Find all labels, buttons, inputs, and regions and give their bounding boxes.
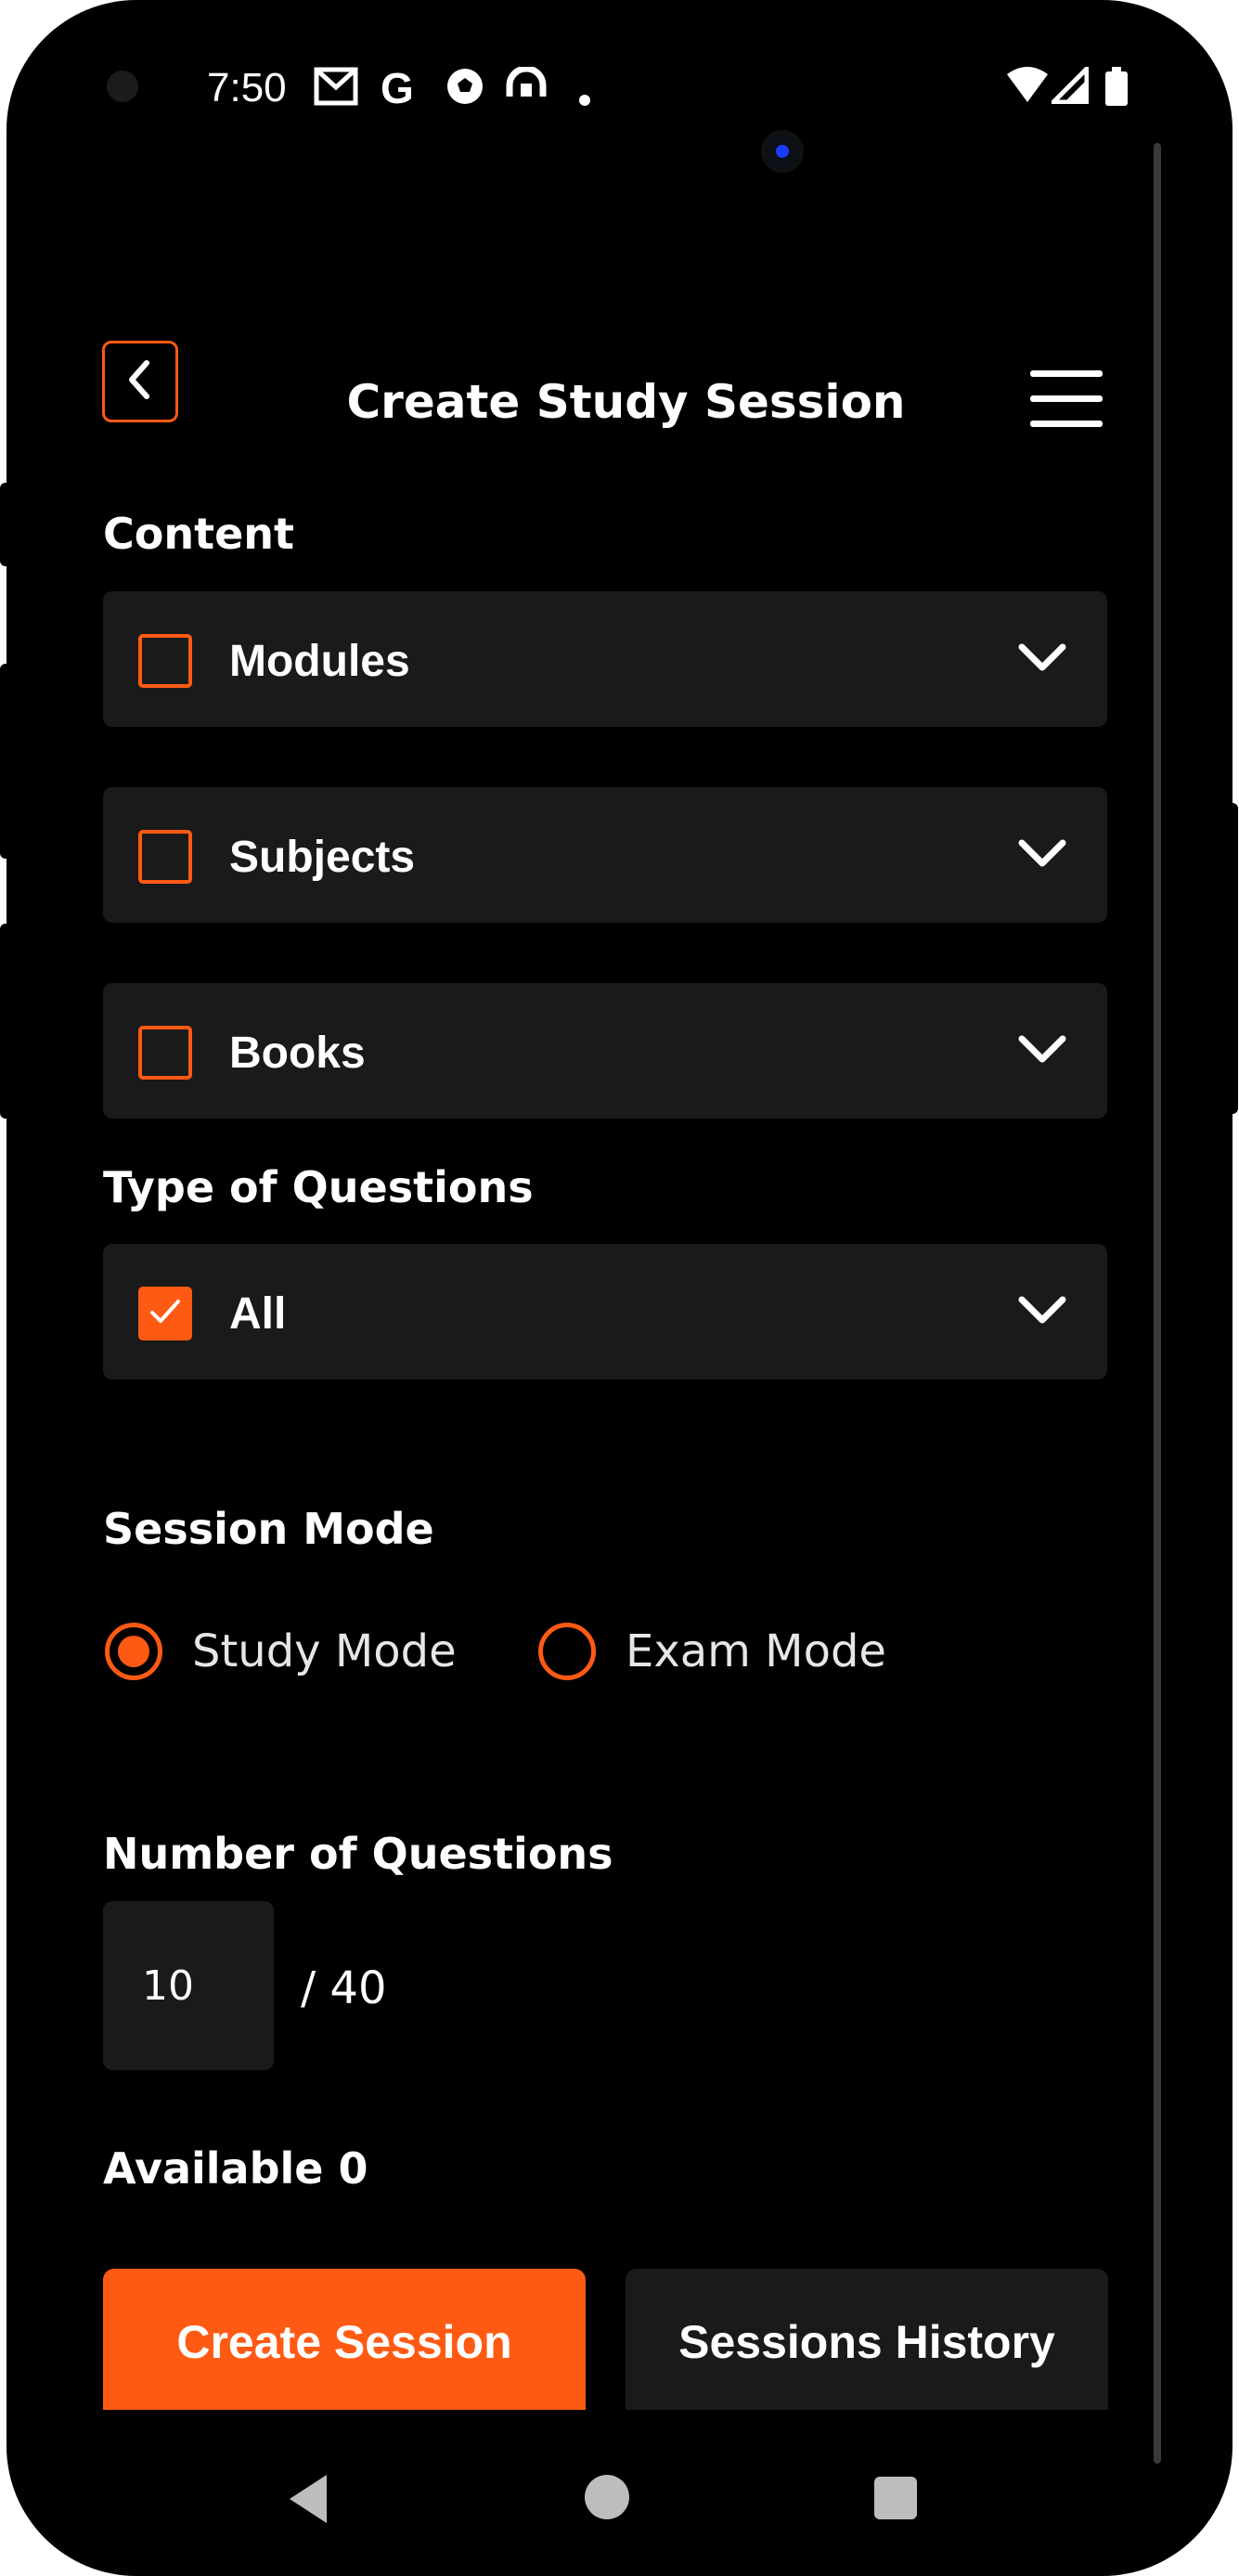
headset-icon (506, 65, 547, 108)
battery-icon (1104, 67, 1129, 108)
radio-label: Study Mode (192, 1625, 457, 1677)
volume-button (0, 924, 13, 1119)
status-time: 7:50 (207, 65, 287, 110)
radio-study-mode[interactable]: Study Mode (105, 1621, 457, 1682)
dropdown-books[interactable]: Books (103, 983, 1107, 1119)
chevron-down-icon (1016, 640, 1068, 677)
sessions-history-button[interactable]: Sessions History (626, 2269, 1108, 2427)
content-label: Content (103, 509, 295, 559)
dropdown-question-type[interactable]: All (103, 1244, 1107, 1379)
power-button (1225, 803, 1238, 1114)
num-questions-input[interactable]: 10 (103, 1901, 274, 2070)
soccer-ball-icon (445, 67, 484, 108)
front-camera (761, 130, 804, 173)
session-mode-label: Session Mode (103, 1504, 434, 1554)
phone-frame: 7:50 G Create Study Session Content Modu… (0, 0, 1238, 2576)
dropdown-label: Books (229, 1029, 366, 1078)
status-bar: 7:50 G (46, 56, 1206, 121)
dropdown-label: All (229, 1289, 287, 1339)
nav-recents-icon[interactable] (874, 2477, 917, 2519)
gmail-icon (314, 67, 358, 108)
num-questions-label: Number of Questions (103, 1829, 613, 1879)
chevron-down-icon (1016, 1292, 1068, 1329)
radio-button[interactable] (105, 1623, 162, 1680)
available-count: Available 0 (103, 2143, 368, 2194)
google-icon: G (381, 64, 414, 112)
chevron-down-icon (1016, 835, 1068, 873)
checkbox-books[interactable] (138, 1026, 192, 1080)
screen-edge (1154, 143, 1161, 2464)
radio-label: Exam Mode (626, 1625, 886, 1677)
signal-icon (1047, 62, 1090, 108)
volume-button (0, 483, 13, 566)
radio-button[interactable] (538, 1623, 596, 1680)
nav-back-icon[interactable] (290, 2475, 327, 2523)
dropdown-label: Modules (229, 637, 410, 686)
checkbox-subjects[interactable] (138, 830, 192, 884)
create-session-button[interactable]: Create Session (103, 2269, 586, 2427)
screen: 7:50 G Create Study Session Content Modu… (46, 22, 1206, 2529)
hamburger-menu-icon[interactable] (1030, 370, 1104, 428)
dropdown-label: Subjects (229, 833, 416, 882)
dropdown-modules[interactable]: Modules (103, 591, 1107, 727)
question-type-label: Type of Questions (103, 1162, 534, 1212)
checkbox-all[interactable] (138, 1287, 192, 1340)
checkbox-modules[interactable] (138, 634, 192, 688)
chevron-down-icon (1016, 1031, 1068, 1068)
dropdown-subjects[interactable]: Subjects (103, 787, 1107, 923)
checkmark-icon (147, 1296, 184, 1332)
volume-button (0, 664, 13, 859)
nav-home-icon[interactable] (585, 2475, 629, 2519)
wifi-icon (1007, 67, 1048, 108)
radio-exam-mode[interactable]: Exam Mode (538, 1621, 886, 1682)
num-questions-total: / 40 (301, 1962, 387, 2014)
system-nav-bar (46, 2454, 1206, 2529)
dot-icon (578, 74, 591, 115)
